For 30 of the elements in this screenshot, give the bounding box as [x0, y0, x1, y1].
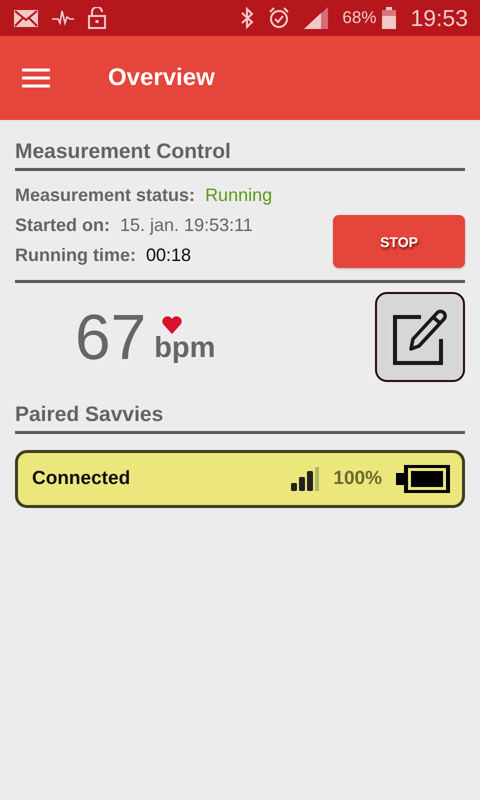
mail-icon — [14, 10, 38, 26]
heart-rate-unit: bpm — [154, 332, 216, 364]
clock-time: 19:53 — [410, 4, 468, 32]
battery-percentage: 68% — [342, 8, 376, 28]
pulse-icon — [52, 9, 74, 27]
device-card[interactable]: Connected 100% — [15, 450, 465, 508]
connection-status: Connected — [32, 468, 132, 490]
field-label: Started on: — [15, 215, 110, 236]
field-value: Running — [205, 185, 272, 206]
battery-full-icon — [396, 465, 450, 493]
field-label: Measurement status: — [15, 185, 196, 206]
heart-icon — [162, 316, 182, 334]
stop-button[interactable]: STOP — [333, 215, 465, 268]
alarm-clock-icon — [268, 7, 290, 29]
heart-rate-value: 67 — [75, 300, 146, 374]
signal-strength-icon — [291, 467, 320, 491]
screen-title: Overview — [108, 64, 215, 92]
section-heading: Measurement Control — [15, 140, 465, 171]
signal-icon — [304, 7, 328, 29]
field-value: 15. jan. 19:53:11 — [120, 215, 253, 236]
edit-icon — [391, 307, 449, 367]
unlocked-padlock-icon — [88, 7, 106, 29]
edit-button[interactable] — [375, 292, 465, 382]
field-label: Running time: — [15, 245, 136, 266]
field-value: 00:18 — [146, 245, 192, 266]
menu-icon[interactable] — [22, 68, 50, 88]
device-battery-percentage: 100% — [333, 468, 382, 490]
section-heading: Paired Savvies — [15, 403, 465, 434]
bluetooth-icon — [240, 7, 254, 29]
battery-icon — [382, 7, 396, 29]
